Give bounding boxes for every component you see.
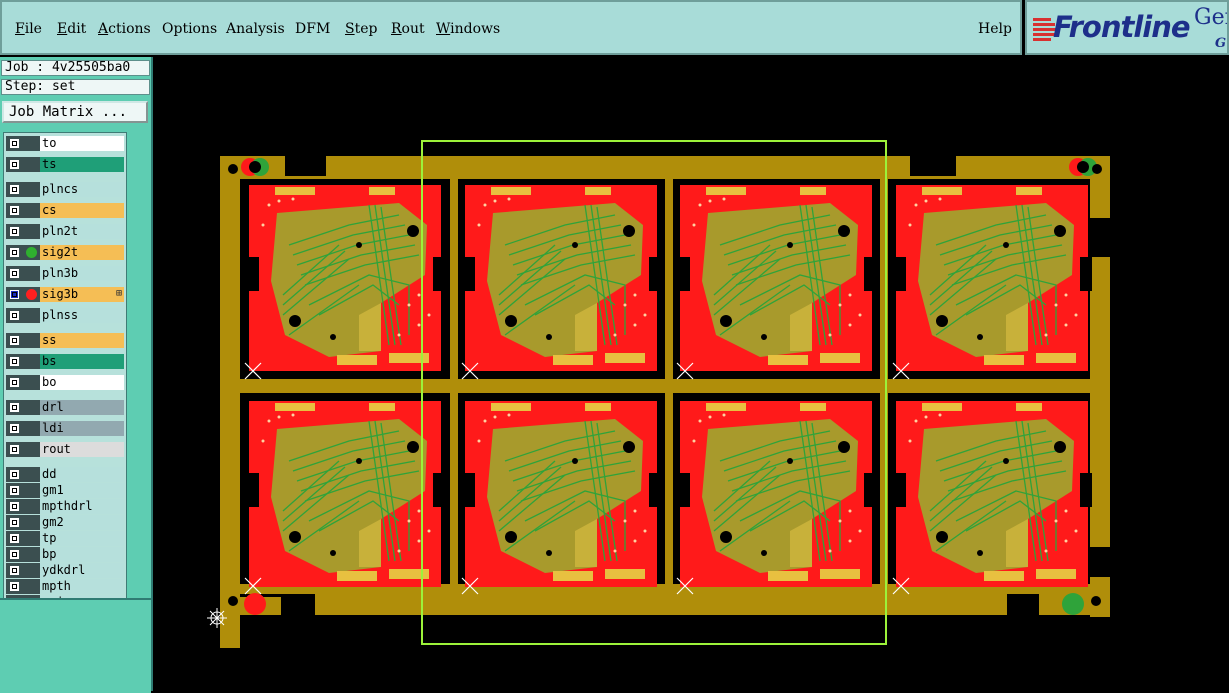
- layer-checkbox[interactable]: [10, 518, 19, 527]
- layer-name[interactable]: gm2: [40, 515, 124, 530]
- frontline-logo: Frontline Gen G: [1025, 0, 1229, 55]
- layer-checkbox[interactable]: [10, 424, 19, 433]
- menu-actions[interactable]: Actions: [98, 21, 151, 37]
- layer-row-to[interactable]: to: [6, 136, 124, 151]
- logo-product: Gen: [1194, 5, 1227, 30]
- menu-rout[interactable]: Rout: [391, 21, 425, 37]
- layer-checkbox[interactable]: [10, 248, 19, 257]
- layer-row-ydkdrl[interactable]: ydkdrl: [6, 563, 124, 578]
- layer-row-mpth[interactable]: mpth: [6, 579, 124, 594]
- layer-name[interactable]: mpth: [40, 579, 124, 594]
- layer-checkbox[interactable]: [10, 227, 19, 236]
- job-matrix-button[interactable]: Job Matrix ...: [2, 101, 148, 123]
- layer-row-ldi[interactable]: ldi: [6, 421, 124, 436]
- menu-file[interactable]: File: [15, 21, 42, 37]
- layer-row-gm1[interactable]: gm1: [6, 483, 124, 498]
- layer-row-sig3b[interactable]: sig3b ⊞: [6, 287, 124, 302]
- menu-bar: File Edit Actions Options Analysis DFM S…: [0, 0, 1022, 55]
- layer-name[interactable]: to: [40, 136, 124, 151]
- layer-name[interactable]: ts: [40, 157, 124, 172]
- logo-product-sub: G: [1215, 36, 1227, 51]
- layer-row-drl[interactable]: drl: [6, 400, 124, 415]
- layer-name[interactable]: bo: [40, 375, 124, 390]
- layer-row-ss[interactable]: ss: [6, 333, 124, 348]
- layer-row-gm2[interactable]: gm2: [6, 515, 124, 530]
- menu-edit[interactable]: Edit: [57, 21, 86, 37]
- layer-color-dot-icon: [26, 247, 37, 258]
- menu-help[interactable]: Help: [978, 21, 1012, 37]
- layer-row-rout[interactable]: rout: [6, 442, 124, 457]
- layer-name[interactable]: pln2t: [40, 224, 124, 239]
- layer-checkbox[interactable]: [10, 311, 19, 320]
- origin-icon: [207, 608, 227, 628]
- layer-name[interactable]: tp: [40, 531, 124, 546]
- layer-row-bp[interactable]: bp: [6, 547, 124, 562]
- layer-name[interactable]: drl: [40, 400, 124, 415]
- layer-checkbox[interactable]: [10, 357, 19, 366]
- layer-name[interactable]: plncs: [40, 182, 124, 197]
- layer-checkbox[interactable]: [10, 160, 19, 169]
- layer-checkbox[interactable]: [10, 582, 19, 591]
- layer-name[interactable]: gm1: [40, 483, 124, 498]
- layer-row-bo[interactable]: bo: [6, 375, 124, 390]
- layer-checkbox[interactable]: [10, 336, 19, 345]
- layer-row-bs[interactable]: bs: [6, 354, 124, 369]
- layer-list: to ts plncs cs pln2t sig2t pln3b sig3b ⊞ plnss ss b…: [3, 132, 127, 626]
- layer-name[interactable]: mpthdrl: [40, 499, 124, 514]
- layer-checkbox[interactable]: [10, 139, 19, 148]
- layer-name[interactable]: dd: [40, 467, 124, 482]
- layer-name[interactable]: bs: [40, 354, 124, 369]
- layer-name[interactable]: pln3b: [40, 266, 124, 281]
- layer-row-tp[interactable]: tp: [6, 531, 124, 546]
- layer-checkbox[interactable]: [10, 206, 19, 215]
- panel-bottom: [0, 598, 151, 693]
- menu-windows[interactable]: Windows: [436, 21, 500, 37]
- layer-checkbox[interactable]: [10, 378, 19, 387]
- job-name: Job : 4v25505ba0: [1, 60, 150, 76]
- layer-name[interactable]: ldi: [40, 421, 124, 436]
- layer-name[interactable]: ydkdrl: [40, 563, 124, 578]
- graphic-area[interactable]: [153, 57, 1229, 691]
- layer-checkbox[interactable]: [10, 534, 19, 543]
- layer-name[interactable]: rout: [40, 442, 124, 457]
- layer-checkbox[interactable]: [10, 486, 19, 495]
- layer-row-pln2t[interactable]: pln2t: [6, 224, 124, 239]
- layer-checkbox[interactable]: [10, 269, 19, 278]
- layer-name[interactable]: sig2t: [40, 245, 124, 260]
- layer-row-plncs[interactable]: plncs: [6, 182, 124, 197]
- layer-checkbox[interactable]: [10, 566, 19, 575]
- layer-name[interactable]: ss: [40, 333, 124, 348]
- panel-divider: [127, 129, 151, 599]
- layer-row-mpthdrl[interactable]: mpthdrl: [6, 499, 124, 514]
- logo-brand: Frontline: [1053, 10, 1191, 44]
- layer-name[interactable]: cs: [40, 203, 124, 218]
- layer-row-sig2t[interactable]: sig2t: [6, 245, 124, 260]
- menu-analysis[interactable]: Analysis: [226, 21, 285, 37]
- layer-checkbox[interactable]: [10, 550, 19, 559]
- layer-row-ts[interactable]: ts: [6, 157, 124, 172]
- layer-checkbox[interactable]: [10, 470, 19, 479]
- menu-options[interactable]: Options: [162, 21, 217, 37]
- layer-checkbox[interactable]: [10, 445, 19, 454]
- layer-row-cs[interactable]: cs: [6, 203, 124, 218]
- layer-color-dot-icon: [26, 289, 37, 300]
- layer-row-plnss[interactable]: plnss: [6, 308, 124, 323]
- layer-row-dd[interactable]: dd: [6, 467, 124, 482]
- menu-step[interactable]: Step: [345, 21, 377, 37]
- layer-name[interactable]: sig3b ⊞: [40, 287, 124, 302]
- step-name: Step: set: [1, 79, 150, 95]
- layer-checkbox[interactable]: [10, 185, 19, 194]
- layer-active-icon: ⊞: [115, 288, 122, 299]
- layer-checkbox[interactable]: [10, 290, 19, 299]
- menu-dfm[interactable]: DFM: [295, 21, 330, 37]
- layer-name[interactable]: plnss: [40, 308, 124, 323]
- layer-row-pln3b[interactable]: pln3b: [6, 266, 124, 281]
- layer-checkbox[interactable]: [10, 403, 19, 412]
- left-panel: Job : 4v25505ba0 Step: set Job Matrix ..…: [0, 57, 153, 693]
- layer-checkbox[interactable]: [10, 502, 19, 511]
- layer-name[interactable]: bp: [40, 547, 124, 562]
